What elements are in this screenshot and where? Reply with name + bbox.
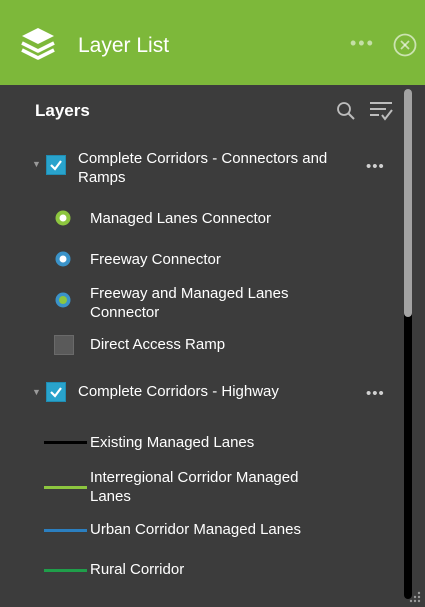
legend-item-label: Existing Managed Lanes xyxy=(90,434,255,451)
expand-arrow-icon[interactable]: ▼ xyxy=(32,387,41,397)
checkmark-icon xyxy=(50,387,62,398)
green-line-symbol-icon xyxy=(44,486,87,489)
search-icon[interactable] xyxy=(336,101,356,121)
group-more-icon[interactable]: ••• xyxy=(366,385,385,402)
black-line-symbol-icon xyxy=(44,441,87,444)
header-title: Layer List xyxy=(78,34,170,57)
layers-stack-icon xyxy=(21,28,55,60)
more-horizontal-icon[interactable]: ••• xyxy=(350,34,375,52)
group-checkbox[interactable] xyxy=(46,155,66,175)
layer-list-header: Layer List ••• xyxy=(0,0,425,85)
expand-arrow-icon[interactable]: ▼ xyxy=(32,159,41,169)
blue-circle-symbol-icon xyxy=(55,251,71,267)
square-symbol-icon xyxy=(54,335,74,355)
legend-item-label: Urban Corridor Managed Lanes xyxy=(90,521,301,538)
legend-item-label: Freeway and Managed Lanes Connector xyxy=(90,285,289,321)
checkmark-icon xyxy=(50,160,62,171)
legend-item-label: Direct Access Ramp xyxy=(90,336,226,353)
legend-item-label: Rural Corridor xyxy=(90,561,185,578)
close-circle-icon[interactable] xyxy=(393,33,417,57)
blue-line-symbol-icon xyxy=(44,529,87,532)
green-circle-symbol-icon xyxy=(55,210,71,226)
green-line-symbol-icon xyxy=(44,569,87,572)
filter-list-icon[interactable] xyxy=(368,99,394,123)
group-more-icon[interactable]: ••• xyxy=(366,158,385,175)
legend-item-label: Interregional Corridor Managed Lanes xyxy=(90,469,299,505)
legend-item-label: Freeway Connector xyxy=(90,251,221,268)
green-blue-circle-symbol-icon xyxy=(55,292,71,308)
group-title[interactable]: Complete Corridors - Connectors and Ramp… xyxy=(78,149,368,187)
scrollbar-thumb[interactable] xyxy=(404,89,412,317)
group-checkbox[interactable] xyxy=(46,382,66,402)
resize-grip-icon[interactable] xyxy=(408,590,422,604)
group-title[interactable]: Complete Corridors - Highway xyxy=(78,382,368,401)
legend-item-label: Managed Lanes Connector xyxy=(90,210,271,227)
layers-heading: Layers xyxy=(35,101,90,120)
